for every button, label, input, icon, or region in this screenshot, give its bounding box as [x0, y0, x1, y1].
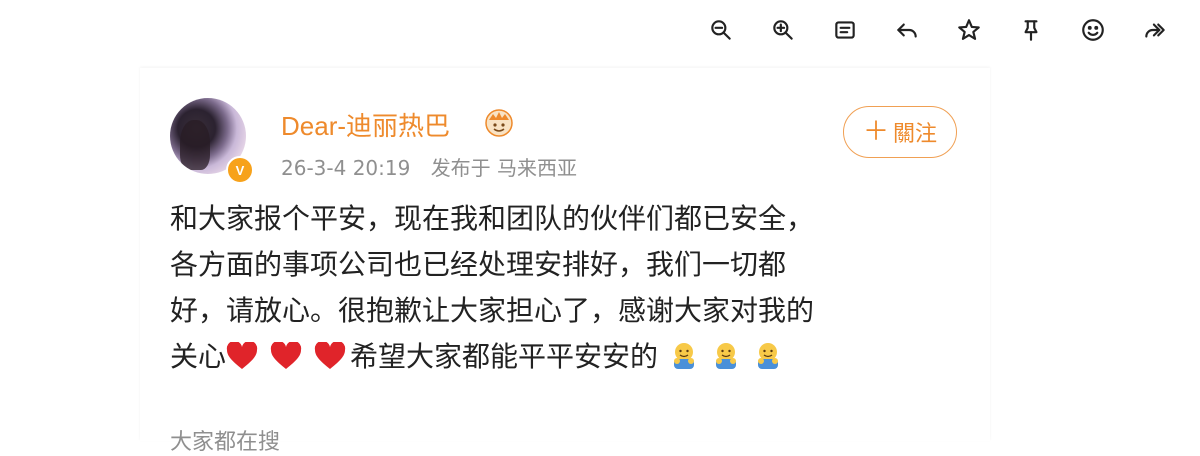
zoom-in-icon[interactable] [765, 10, 801, 50]
emoji-icon[interactable] [1075, 10, 1111, 50]
post-meta: 26-3-4 20:19 发布于 马来西亚 [281, 152, 591, 181]
post-line-1: 和大家报个平安，现在我和团队的伙伴们都已安全， [170, 202, 815, 235]
reply-icon[interactable] [889, 10, 925, 50]
weibo-post-card: V Dear-迪丽热巴 26-3-4 20:19 发布于 马来西亚 ＋ 關注 和… [140, 68, 990, 455]
pray-hug-emoji [758, 343, 779, 369]
zoom-out-icon[interactable] [703, 10, 739, 50]
post-line-2: 各方面的事项公司也已经处理安排好，我们一切都 [170, 248, 787, 281]
avatar[interactable]: V [170, 98, 254, 184]
follow-button[interactable]: ＋ 關注 [843, 106, 957, 158]
trending-search-label: 大家都在搜 [170, 430, 281, 455]
favorite-star-icon[interactable] [951, 10, 987, 50]
member-crown-icon [485, 109, 513, 137]
post-body: 和大家报个平安，现在我和团队的伙伴们都已安全， 各方面的事项公司也已经处理安排好… [170, 196, 950, 380]
post-line-4-prefix: 关心 [170, 340, 227, 373]
forward-icon[interactable] [1137, 10, 1173, 50]
username[interactable]: Dear-迪丽热巴 [281, 106, 450, 143]
red-heart-emoji [270, 342, 302, 369]
pray-hug-emoji [674, 343, 695, 369]
post-line-4-text: 希望大家都能平平安安的 [350, 340, 659, 373]
post-timestamp: 26-3-4 20:19 [281, 156, 411, 180]
red-heart-emoji [226, 342, 258, 369]
post-line-3: 好，请放心。很抱歉让大家担心了，感谢大家对我的 [170, 294, 815, 327]
toolbar [700, 10, 1180, 50]
red-heart-emoji [314, 342, 346, 369]
post-location: 发布于 马来西亚 [430, 156, 578, 180]
follow-plus-icon: ＋ [862, 117, 889, 147]
verified-badge: V [226, 156, 254, 184]
reader-mode-icon[interactable] [827, 10, 863, 50]
pin-icon[interactable] [1013, 10, 1049, 50]
post-line-4: 关心 希望大家都能平平安安的 [170, 334, 950, 380]
pray-hug-emoji [716, 343, 737, 369]
follow-label: 關注 [893, 122, 938, 147]
